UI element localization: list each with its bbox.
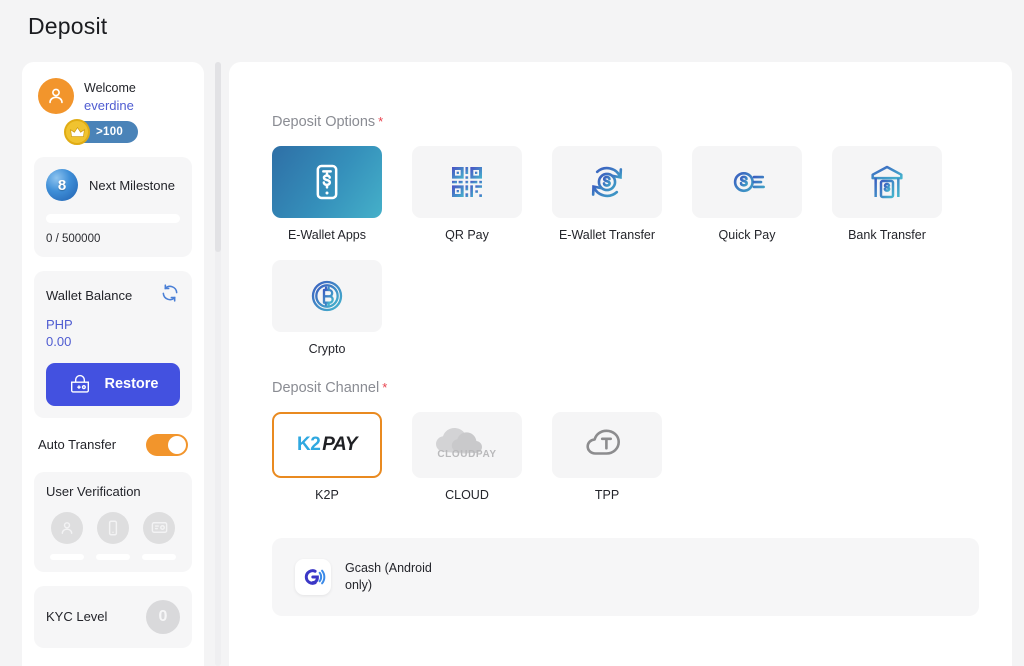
rank-badge: >100 — [64, 119, 138, 146]
restore-button[interactable]: Restore — [46, 362, 180, 406]
user-verification-card: User Verification — [34, 471, 192, 572]
crown-icon — [64, 119, 90, 146]
k2pay-logo-2: 2 — [310, 434, 321, 455]
deposit-channel-card[interactable]: K 2 PAY — [272, 412, 382, 478]
deposit-option-qr-pay: QR Pay — [412, 146, 532, 242]
kyc-level-label: KYC Level — [46, 609, 108, 625]
welcome-greeting: Welcome — [84, 81, 136, 95]
k2pay-logo: K 2 PAY — [296, 434, 358, 456]
deposit-channel-name: K2P — [315, 488, 339, 502]
provider-name: Gcash (Android only) — [345, 561, 432, 592]
welcome-section: Welcome everdine — [34, 76, 192, 114]
deposit-option-name: QR Pay — [445, 228, 489, 242]
kyc-row: KYC Level 0 — [46, 599, 180, 634]
gcash-icon — [295, 559, 331, 595]
sidebar-scrollbar-thumb[interactable] — [215, 62, 221, 252]
fast-dollar-icon — [733, 171, 765, 193]
wallet-currency: PHP — [46, 317, 73, 333]
bank-icon — [871, 165, 903, 199]
tpp-logo — [586, 429, 620, 455]
deposit-option-card[interactable] — [272, 146, 382, 218]
deposit-channel-label-text: Deposit Channel — [272, 380, 380, 396]
deposit-option-name: Crypto — [308, 342, 346, 356]
username[interactable]: everdine — [84, 97, 136, 115]
user-verification-icons — [46, 511, 180, 560]
dollar-refresh-icon — [591, 166, 623, 198]
deposit-option-e-wallet-apps: E-Wallet Apps — [272, 146, 392, 242]
deposit-option-card[interactable] — [412, 146, 522, 218]
milestone-progress-bar — [46, 214, 180, 224]
kyc-level-card: KYC Level 0 — [34, 585, 192, 648]
kyc-level-value: 0 — [146, 599, 180, 634]
wallet-balance-label: Wallet Balance — [46, 288, 133, 304]
provider-panel[interactable]: Gcash (Android only) — [272, 538, 979, 616]
deposit-option-name: Bank Transfer — [848, 228, 926, 242]
deposit-channel-k2p: K 2 PAY K2P — [272, 412, 392, 502]
deposit-options-grid: E-Wallet Apps QR Pay E-Wallet Transfer Q… — [272, 146, 1012, 356]
wallet-amount: 0.00 — [46, 333, 72, 349]
deposit-option-bank-transfer: Bank Transfer — [832, 146, 952, 242]
phone-icon — [97, 511, 129, 544]
deposit-channel-name: CLOUD — [445, 488, 489, 502]
deposit-channel-tpp: TPP — [552, 412, 672, 502]
wallet-balance-card: Wallet Balance PHP 0.00 Restore — [34, 271, 192, 418]
rank-badge-label: >100 — [96, 126, 124, 139]
required-marker: * — [378, 114, 384, 129]
required-marker: * — [382, 380, 388, 395]
welcome-texts: Welcome everdine — [84, 78, 136, 114]
refresh-icon[interactable] — [160, 283, 180, 308]
milestone-title: Next Milestone — [89, 177, 175, 193]
page-title: Deposit — [28, 13, 108, 39]
deposit-option-name: E-Wallet Apps — [287, 228, 367, 242]
deposit-option-quick-pay: Quick Pay — [692, 146, 812, 242]
deposit-channel-grid: K 2 PAY K2P CLOUDPAY CLOUD TPP — [272, 412, 1012, 502]
verification-item-person[interactable] — [50, 511, 84, 560]
wallet-restore-icon — [70, 375, 89, 394]
auto-transfer-toggle[interactable] — [146, 433, 188, 456]
sidebar: Welcome everdine >100 8 Next Milestone 0… — [22, 62, 204, 666]
milestone-header: 8 Next Milestone — [46, 169, 180, 202]
verification-status-bar — [96, 553, 130, 560]
auto-transfer-row: Auto Transfer — [38, 433, 188, 456]
milestone-progress-text: 0 / 500000 — [46, 233, 101, 246]
qr-code-icon — [452, 167, 482, 197]
restore-button-label: Restore — [104, 376, 159, 393]
deposit-channel-label: Deposit Channel * — [272, 380, 1012, 396]
user-verification-title: User Verification — [46, 483, 141, 499]
deposit-channel-cloud: CLOUDPAY CLOUD — [412, 412, 532, 502]
cloudpay-logo-text: CLOUDPAY — [437, 449, 497, 460]
auto-transfer-label: Auto Transfer — [38, 437, 117, 453]
verification-status-bar — [142, 553, 176, 560]
deposit-option-card[interactable] — [272, 260, 382, 332]
verification-status-bar — [50, 553, 84, 560]
deposit-option-e-wallet-transfer: E-Wallet Transfer — [552, 146, 672, 242]
next-milestone-card: 8 Next Milestone 0 / 500000 — [34, 157, 192, 258]
k2pay-logo-k: K — [296, 434, 311, 455]
id-card-icon — [143, 511, 175, 544]
cloudpay-logo: CLOUDPAY — [425, 422, 509, 468]
k2pay-logo-pay: PAY — [322, 434, 358, 455]
deposit-option-name: Quick Pay — [718, 228, 776, 242]
bitcoin-icon — [311, 280, 343, 312]
user-avatar-icon — [38, 78, 74, 114]
person-icon — [51, 511, 83, 544]
deposit-option-name: E-Wallet Transfer — [558, 228, 656, 242]
verification-item-phone[interactable] — [96, 511, 130, 560]
deposit-options-label: Deposit Options * — [272, 114, 1012, 130]
verification-item-id[interactable] — [142, 511, 176, 560]
deposit-option-card[interactable] — [832, 146, 942, 218]
milestone-orb-icon: 8 — [46, 169, 78, 202]
main-panel: Deposit Options * E-Wallet Apps QR Pay E… — [229, 62, 1012, 666]
deposit-channel-card[interactable] — [552, 412, 662, 478]
wallet-header: Wallet Balance — [46, 283, 180, 308]
deposit-option-card[interactable] — [692, 146, 802, 218]
phone-dollar-icon — [316, 164, 338, 200]
deposit-channel-card[interactable]: CLOUDPAY — [412, 412, 522, 478]
gcash-logo-mark — [304, 569, 326, 585]
deposit-option-crypto: Crypto — [272, 260, 392, 356]
deposit-options-label-text: Deposit Options — [272, 114, 376, 130]
deposit-option-card[interactable] — [552, 146, 662, 218]
deposit-channel-name: TPP — [594, 488, 620, 502]
